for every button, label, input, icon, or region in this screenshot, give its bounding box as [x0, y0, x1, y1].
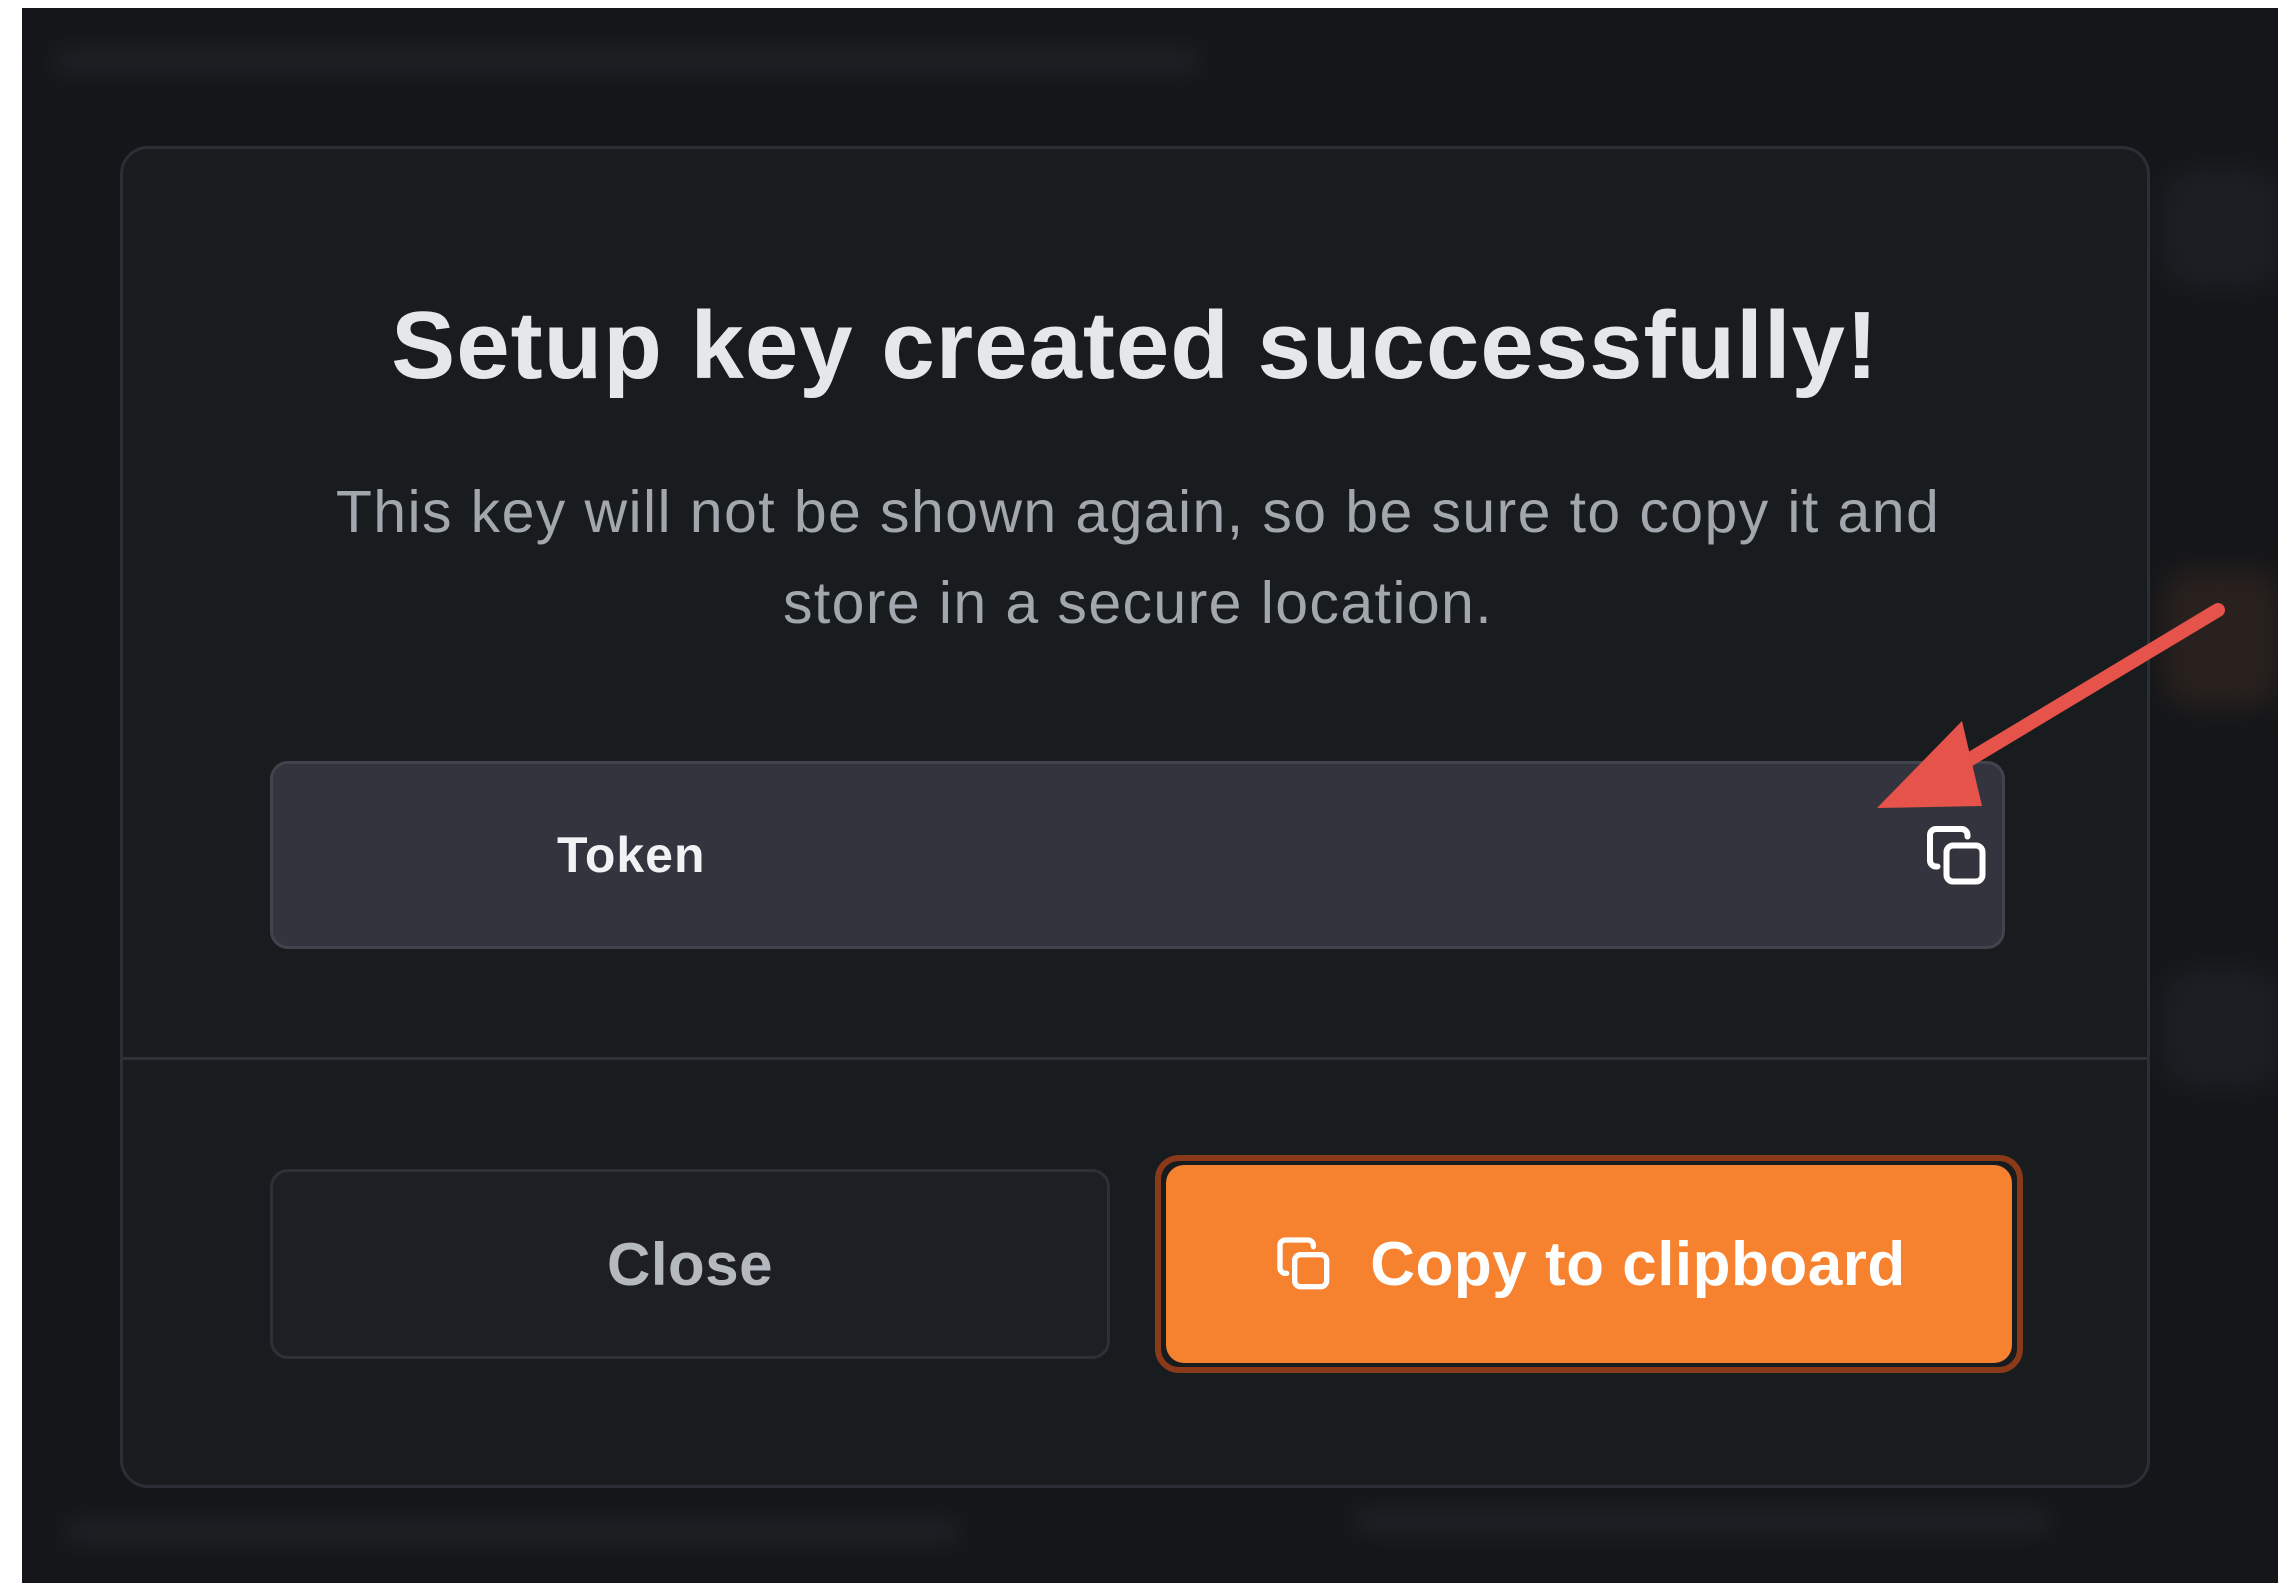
background-text — [1352, 1508, 2052, 1534]
app-screen: Setup key created successfully! This key… — [22, 8, 2278, 1583]
close-button-label: Close — [607, 1230, 773, 1298]
setup-key-modal: Setup key created successfully! This key… — [120, 146, 2150, 1488]
copy-to-clipboard-button[interactable]: Copy to clipboard — [1166, 1165, 2012, 1363]
token-value: Token — [557, 827, 706, 883]
modal-divider — [123, 1057, 2147, 1060]
background-element — [2162, 568, 2278, 708]
token-field: Token — [270, 761, 2005, 949]
copy-button-label: Copy to clipboard — [1370, 1229, 1906, 1299]
background-text — [52, 48, 1202, 74]
background-text — [62, 1518, 962, 1544]
modal-title: Setup key created successfully! — [391, 292, 1879, 399]
background-element — [2162, 168, 2278, 288]
background-element — [2162, 968, 2278, 1088]
close-button[interactable]: Close — [270, 1169, 1110, 1359]
copy-icon — [1277, 1237, 1330, 1290]
copy-icon[interactable] — [1921, 820, 1993, 892]
modal-subtitle: This key will not be shown again, so be … — [335, 479, 1941, 636]
